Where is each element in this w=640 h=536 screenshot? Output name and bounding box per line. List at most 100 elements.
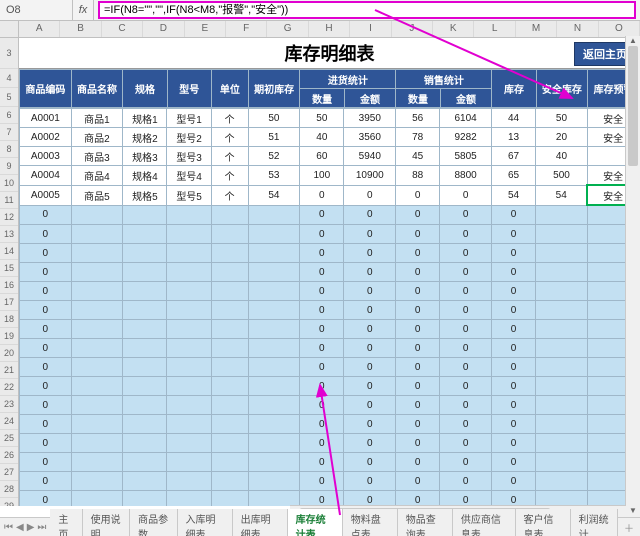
sheet-tab[interactable]: 使用说明: [83, 509, 130, 536]
cell-model[interactable]: [167, 415, 211, 434]
row-number[interactable]: 16: [0, 277, 18, 294]
cell-code[interactable]: A0004: [20, 166, 72, 186]
cell-out_amt[interactable]: 0: [440, 491, 492, 507]
cell-init[interactable]: [248, 434, 300, 453]
col-out-amt[interactable]: 金额: [440, 89, 492, 108]
table-row[interactable]: A0005商品5规格5型号5个5400005454安全: [20, 185, 640, 205]
cell-stock[interactable]: 0: [491, 396, 535, 415]
cell-spec[interactable]: [123, 434, 167, 453]
cell-spec[interactable]: 规格2: [123, 128, 167, 147]
vertical-scroll-thumb[interactable]: [628, 46, 638, 166]
cell-in_amt[interactable]: 5940: [344, 147, 396, 166]
row-number[interactable]: 28: [0, 481, 18, 498]
cell-name[interactable]: [71, 263, 123, 282]
cell-out_amt[interactable]: 0: [440, 185, 492, 205]
cell-in_qty[interactable]: 0: [300, 434, 344, 453]
add-sheet-icon[interactable]: ＋: [618, 520, 640, 535]
cell-out_qty[interactable]: 45: [396, 147, 440, 166]
cell-spec[interactable]: [123, 415, 167, 434]
cell-unit[interactable]: [211, 225, 248, 244]
table-row[interactable]: 000000: [20, 244, 640, 263]
cell-stock[interactable]: 0: [491, 320, 535, 339]
cell-name[interactable]: [71, 472, 123, 491]
cell-spec[interactable]: [123, 377, 167, 396]
cell-unit[interactable]: [211, 263, 248, 282]
table-row[interactable]: 000000: [20, 472, 640, 491]
cell-model[interactable]: [167, 434, 211, 453]
cell-spec[interactable]: [123, 339, 167, 358]
col-model[interactable]: 型号: [167, 70, 211, 108]
cell-spec[interactable]: [123, 301, 167, 320]
cell-code[interactable]: 0: [20, 472, 72, 491]
cell-safety[interactable]: [536, 320, 588, 339]
col-in-qty[interactable]: 数量: [300, 89, 344, 108]
cell-out_qty[interactable]: 0: [396, 301, 440, 320]
cell-in_qty[interactable]: 0: [300, 339, 344, 358]
cell-spec[interactable]: [123, 263, 167, 282]
cell-unit[interactable]: [211, 301, 248, 320]
cell-out_qty[interactable]: 0: [396, 244, 440, 263]
cell-init[interactable]: [248, 491, 300, 507]
cell-code[interactable]: 0: [20, 301, 72, 320]
cell-unit[interactable]: [211, 282, 248, 301]
table-row[interactable]: A0004商品4规格4型号4个531001090088880065500安全: [20, 166, 640, 186]
cell-safety[interactable]: 40: [536, 147, 588, 166]
cell-stock[interactable]: 0: [491, 472, 535, 491]
cell-name[interactable]: 商品1: [71, 109, 123, 128]
table-row[interactable]: 000000: [20, 358, 640, 377]
cell-unit[interactable]: [211, 415, 248, 434]
col-in-amt[interactable]: 金额: [344, 89, 396, 108]
cell-name[interactable]: [71, 377, 123, 396]
cell-init[interactable]: [248, 339, 300, 358]
cell-code[interactable]: 0: [20, 491, 72, 507]
cell-name[interactable]: [71, 339, 123, 358]
cell-name[interactable]: 商品5: [71, 185, 123, 205]
sheet-tab[interactable]: 物料盘点表: [343, 509, 398, 536]
cell-in_amt[interactable]: 0: [344, 453, 396, 472]
row-number[interactable]: 9: [0, 158, 18, 175]
cell-stock[interactable]: 0: [491, 453, 535, 472]
cell-in_qty[interactable]: 40: [300, 128, 344, 147]
cell-unit[interactable]: [211, 244, 248, 263]
row-number[interactable]: 23: [0, 396, 18, 413]
cell-in_qty[interactable]: 0: [300, 282, 344, 301]
cell-safety[interactable]: [536, 358, 588, 377]
cell-out_qty[interactable]: 0: [396, 225, 440, 244]
sheet-tab[interactable]: 库存统计表: [288, 509, 343, 536]
cell-stock[interactable]: 0: [491, 491, 535, 507]
cell-out_amt[interactable]: 0: [440, 205, 492, 225]
cell-safety[interactable]: [536, 225, 588, 244]
cell-model[interactable]: [167, 339, 211, 358]
cell-safety[interactable]: [536, 453, 588, 472]
cell-code[interactable]: 0: [20, 282, 72, 301]
cell-spec[interactable]: [123, 205, 167, 225]
row-number[interactable]: 18: [0, 311, 18, 328]
cell-spec[interactable]: [123, 396, 167, 415]
cell-out_amt[interactable]: 0: [440, 377, 492, 396]
column-header[interactable]: B: [60, 21, 101, 37]
cell-spec[interactable]: [123, 320, 167, 339]
cell-code[interactable]: 0: [20, 358, 72, 377]
cell-in_qty[interactable]: 0: [300, 244, 344, 263]
cell-stock[interactable]: 44: [491, 109, 535, 128]
cell-out_amt[interactable]: 0: [440, 282, 492, 301]
col-in-group[interactable]: 进货统计: [300, 70, 396, 89]
row-number[interactable]: 17: [0, 294, 18, 311]
tab-next-icon[interactable]: ▶: [27, 522, 35, 533]
row-number[interactable]: 5: [0, 88, 18, 107]
cell-in_amt[interactable]: 10900: [344, 166, 396, 186]
cell-in_qty[interactable]: 100: [300, 166, 344, 186]
cell-out_qty[interactable]: 0: [396, 472, 440, 491]
cell-code[interactable]: 0: [20, 415, 72, 434]
cell-init[interactable]: [248, 225, 300, 244]
cell-out_amt[interactable]: 0: [440, 301, 492, 320]
cell-out_qty[interactable]: 0: [396, 320, 440, 339]
cell-stock[interactable]: 13: [491, 128, 535, 147]
sheet-tab[interactable]: 供应商信息表: [453, 509, 516, 536]
cell-spec[interactable]: 规格4: [123, 166, 167, 186]
cell-unit[interactable]: [211, 339, 248, 358]
cell-model[interactable]: [167, 301, 211, 320]
col-unit[interactable]: 单位: [211, 70, 248, 108]
cell-stock[interactable]: 67: [491, 147, 535, 166]
fx-icon[interactable]: fx: [73, 0, 94, 20]
